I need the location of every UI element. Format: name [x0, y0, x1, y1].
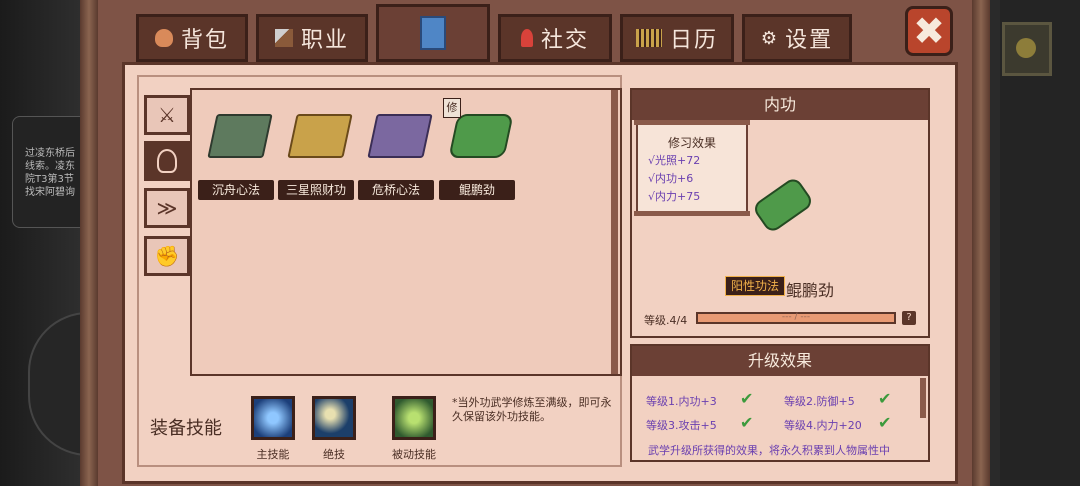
main-skill-slot[interactable] [251, 396, 295, 440]
hint-line: 院T3第3节 [25, 174, 74, 185]
frame-pillar-right [972, 0, 990, 486]
grid-scrollbar[interactable] [611, 90, 618, 374]
person-icon [520, 29, 533, 47]
upgrade-row: 等级2.防御+5 [784, 395, 855, 408]
tab-label: 社交 [540, 28, 589, 53]
effect-scroll-card: 修习效果 √光照+72 √内功+6 √内力+75 [634, 120, 750, 216]
tab-label: 背包 [180, 28, 229, 53]
book-icon [420, 16, 446, 50]
book-icon [367, 114, 433, 158]
close-icon: ✖ [913, 9, 945, 53]
skill-name: 鲲鹏劲 [786, 281, 835, 300]
category-fist-button[interactable]: ✊ [144, 236, 190, 276]
scroll-paper-icon [287, 114, 353, 158]
upgrade-description: 武学升级所获得的效果，将永久积累到人物属性中 [648, 444, 890, 457]
upgrade-scrollbar[interactable] [920, 378, 926, 418]
hammer-icon [274, 29, 293, 47]
tab-calendar[interactable]: 日历 [620, 14, 734, 62]
equip-title: 装备技能 [150, 418, 222, 439]
effect-line: √内力+75 [648, 190, 701, 203]
tab-label: 设置 [785, 28, 834, 53]
frame-pillar-left [80, 0, 98, 486]
close-button[interactable]: ✖ [905, 6, 953, 56]
skill-type-tag: 阳性功法 [725, 276, 786, 296]
effect-line: √内功+6 [648, 172, 694, 185]
hint-line: 找宋阿碧询 [25, 187, 75, 198]
help-button[interactable]: ? [902, 311, 916, 325]
calendar-icon [635, 29, 662, 47]
tab-social[interactable]: 社交 [498, 14, 612, 62]
check-icon: ✔ [740, 413, 754, 432]
upgrade-row: 等级3.攻击+5 [646, 419, 717, 432]
hint-line: 线索。凌东 [25, 161, 75, 172]
ultimate-skill-slot[interactable] [312, 396, 356, 440]
book-icon [207, 114, 273, 158]
tab-settings[interactable]: ⚙ 设置 [742, 14, 852, 62]
background-quest-hint: 过凌东桥后 线索。凌东 院T3第3节 找宋阿碧询 [12, 116, 90, 228]
skill-item-label: 沉舟心法 [198, 180, 274, 200]
tab-martial-arts[interactable] [376, 4, 490, 62]
upgrade-header: 升级效果 [632, 346, 928, 376]
skill-level: 等级.4/4 [644, 314, 688, 327]
tab-label: 日历 [669, 28, 718, 53]
cultivating-badge: 修 [443, 98, 461, 118]
skill-item-label: 三星照财功 [278, 180, 354, 200]
passive-skill-slot[interactable] [392, 396, 436, 440]
ultimate-skill-label: 绝技 [323, 448, 345, 461]
bag-icon [154, 29, 173, 47]
tab-label: 职业 [300, 28, 349, 53]
skill-item-label: 危桥心法 [358, 180, 434, 200]
equip-note: *当外功武学修炼至满级，即可永久保留该外功技能。 [452, 396, 612, 423]
category-weapon-button[interactable]: ⚔ [144, 95, 190, 135]
upgrade-row: 等级1.内功+3 [646, 395, 717, 408]
hint-line: 过凌东桥后 [25, 148, 75, 159]
tab-bag[interactable]: 背包 [136, 14, 248, 62]
gear-icon: ⚙ [760, 27, 780, 49]
meditation-icon [157, 149, 177, 173]
main-skill-label: 主技能 [256, 448, 290, 461]
check-icon: ✔ [878, 389, 892, 408]
check-icon: ✔ [740, 389, 754, 408]
crossed-swords-icon: ⚔ [158, 103, 176, 127]
skill-item-label: 鲲鹏劲 [439, 180, 515, 200]
detail-header: 内功 [632, 90, 928, 120]
rolled-scroll-icon [448, 114, 514, 158]
effect-line: √光照+72 [648, 154, 701, 167]
category-movement-button[interactable]: ≫ [144, 188, 190, 228]
fist-icon: ✊ [154, 244, 180, 268]
weather-sun-icon [1002, 22, 1052, 76]
level-progress-bar: --- / --- [696, 312, 896, 324]
tab-profession[interactable]: 职业 [256, 14, 368, 62]
passive-skill-label: 被动技能 [392, 448, 436, 461]
upgrade-row: 等级4.内力+20 [784, 419, 862, 432]
level-progress-text: --- / --- [781, 312, 811, 322]
dash-icon: ≫ [156, 196, 178, 220]
upgrade-panel: 升级效果 等级1.内功+3 ✔ 等级2.防御+5 ✔ 等级3.攻击+5 ✔ 等级… [630, 344, 930, 462]
effect-title: 修习效果 [667, 136, 716, 150]
category-internal-button[interactable] [144, 141, 190, 181]
check-icon: ✔ [878, 413, 892, 432]
